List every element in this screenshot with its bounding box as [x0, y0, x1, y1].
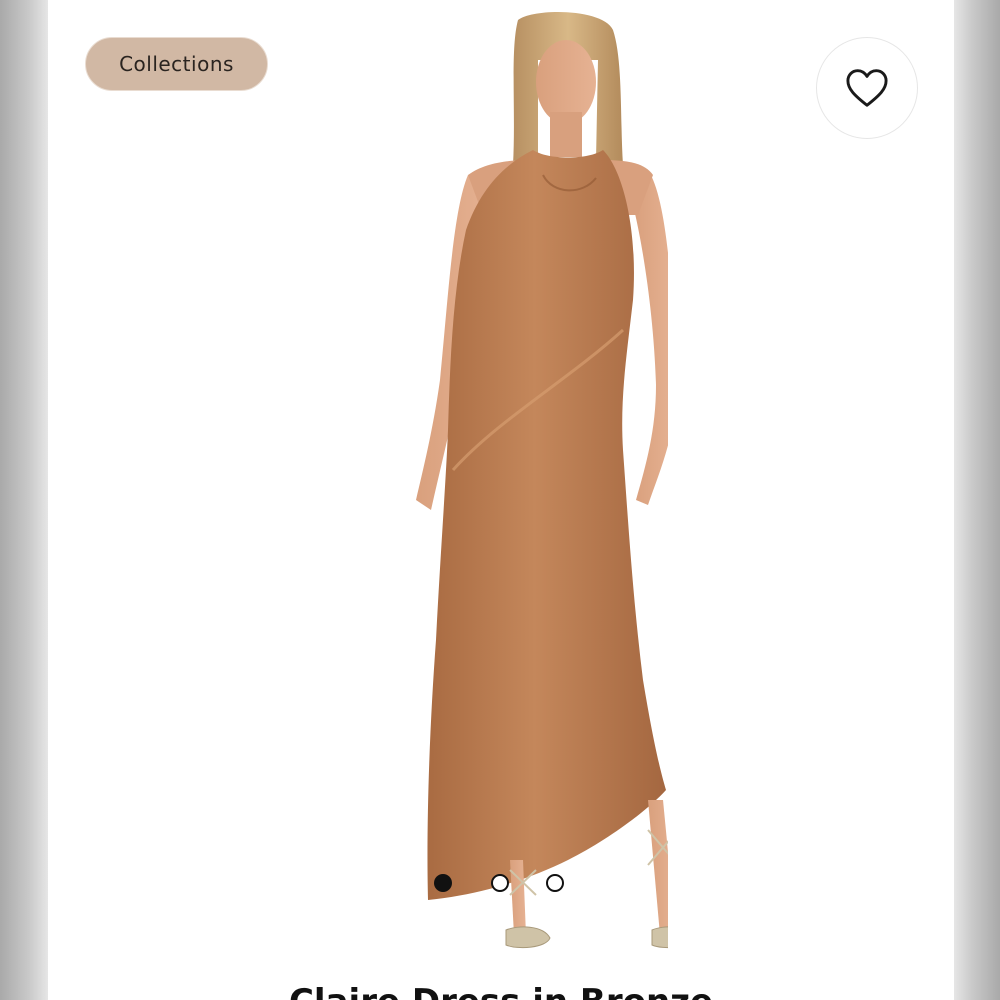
background-left	[0, 0, 48, 1000]
product-title: Claire Dress in Bronze	[48, 982, 954, 1000]
background-right	[954, 0, 1000, 1000]
collections-button-label: Collections	[119, 52, 234, 76]
favorite-button[interactable]	[816, 37, 918, 139]
heart-outline-icon	[846, 69, 888, 107]
carousel-dot-2[interactable]	[491, 874, 509, 892]
carousel-indicator	[434, 874, 570, 894]
collections-button[interactable]: Collections	[85, 37, 268, 91]
carousel-dot-1[interactable]	[434, 874, 452, 892]
product-card: Collections	[48, 0, 954, 1000]
product-image[interactable]	[348, 0, 668, 975]
carousel-dot-3[interactable]	[546, 874, 564, 892]
